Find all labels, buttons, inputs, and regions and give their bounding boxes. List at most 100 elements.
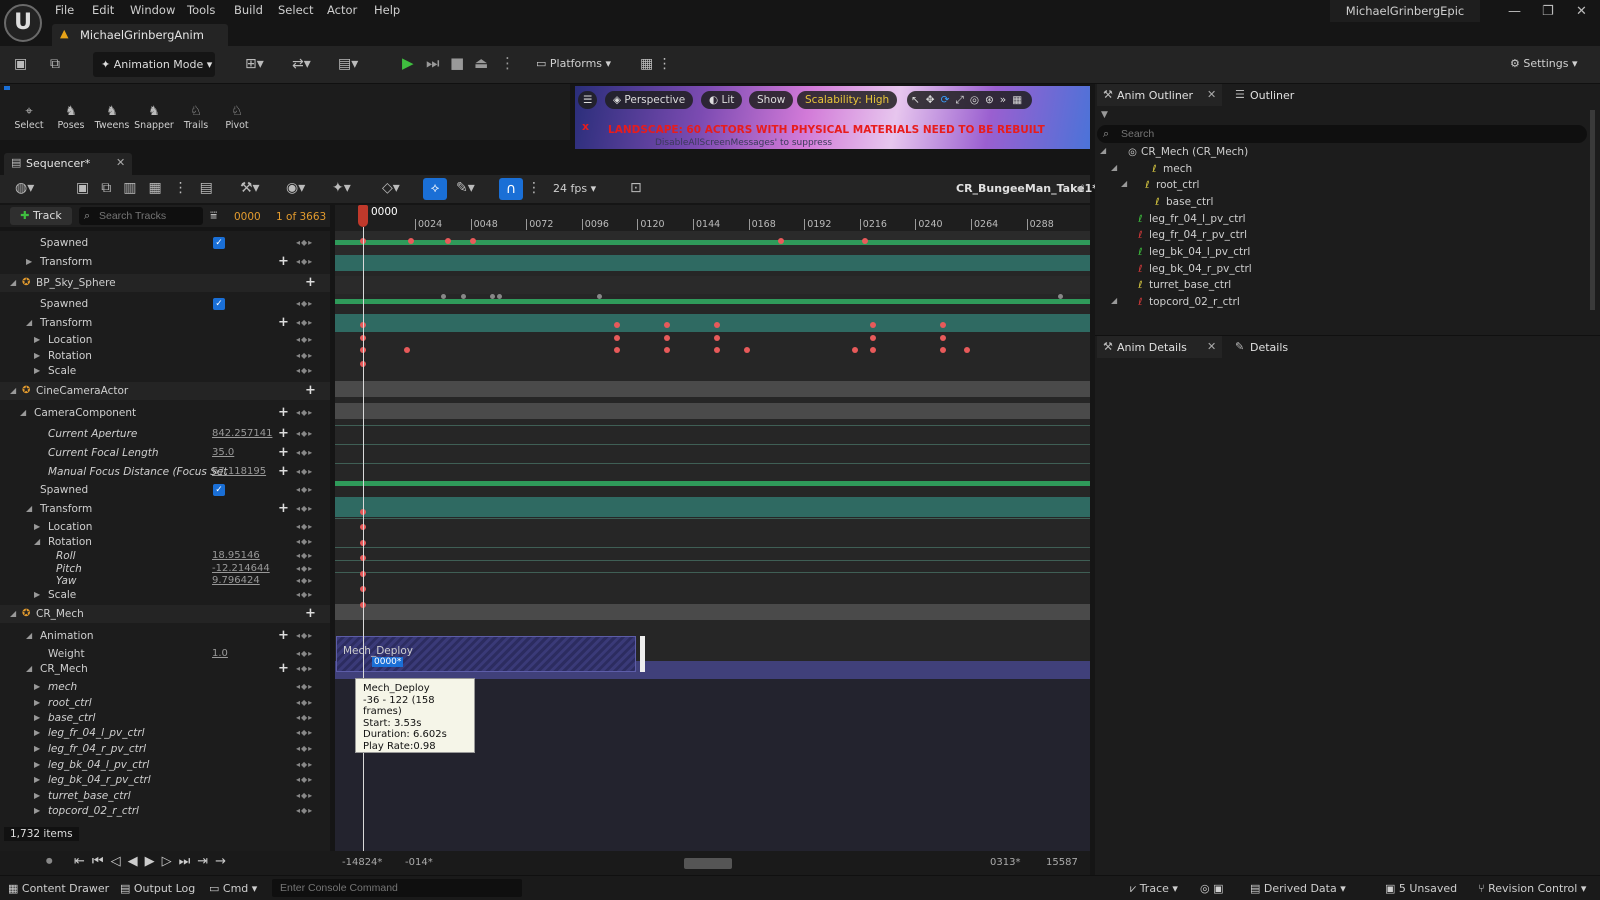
key-nav-icon[interactable]: ◂◆▸ bbox=[296, 500, 313, 518]
tool-poses[interactable]: ♞ Poses bbox=[51, 104, 91, 131]
animation-mode-dropdown[interactable]: ✦ Animation Mode ▾ bbox=[93, 52, 215, 77]
keyframe[interactable] bbox=[614, 322, 620, 328]
collapse-arrow-icon[interactable]: ◢ bbox=[1100, 146, 1106, 155]
outliner-tab[interactable]: Outliner bbox=[1250, 89, 1294, 102]
restore-icon[interactable]: ❐ bbox=[1542, 4, 1554, 19]
snap-magnet-icon[interactable]: ∩ bbox=[499, 178, 523, 200]
keyframe[interactable] bbox=[404, 347, 410, 353]
output-log-button[interactable]: ▤ Output Log bbox=[120, 882, 195, 895]
fps-dropdown[interactable]: 24 fps ▾ bbox=[553, 182, 596, 195]
details-tab[interactable]: Details bbox=[1250, 341, 1288, 354]
component-lane[interactable] bbox=[335, 403, 1090, 419]
track-row[interactable]: ◢ Transform + ◂◆▸ bbox=[0, 500, 330, 518]
add-icon[interactable]: + bbox=[278, 463, 289, 481]
quick-launch-icon[interactable]: ▦ ⋮ bbox=[640, 56, 672, 72]
add-icon[interactable]: + bbox=[278, 444, 289, 462]
capture-icons[interactable]: ◎ ▣ bbox=[1200, 882, 1224, 895]
outliner-item[interactable]: ℓ leg_bk_04_r_pv_ctrl bbox=[1136, 263, 1251, 275]
collapse-arrow-icon[interactable]: ◢ bbox=[10, 382, 16, 400]
curve-editor-icon[interactable]: ⊡ bbox=[630, 180, 642, 196]
settings-dropdown[interactable]: ⚙ Settings ▾ bbox=[1510, 57, 1578, 70]
add-actor-icon[interactable]: ⊞▾ bbox=[245, 56, 264, 72]
track-value[interactable]: 842.257141 bbox=[212, 425, 272, 443]
track-row[interactable]: ◢ CameraComponent + ◂◆▸ bbox=[0, 404, 330, 422]
tool-trails[interactable]: ♘ Trails bbox=[176, 104, 216, 131]
minimize-icon[interactable]: — bbox=[1508, 4, 1521, 19]
viewport-menu-icon[interactable]: ☰ bbox=[578, 91, 598, 109]
view-icon[interactable]: ◉▾ bbox=[286, 180, 305, 196]
keyframe[interactable] bbox=[964, 347, 970, 353]
key-nav-icon[interactable]: ◂◆▸ bbox=[296, 802, 313, 820]
outliner-item[interactable]: ℓ leg_fr_04_r_pv_ctrl bbox=[1136, 229, 1247, 241]
track-row[interactable]: ▶ Scale ◂◆▸ bbox=[0, 586, 330, 604]
track-row[interactable]: Current Aperture 842.257141 + ◂◆▸ bbox=[0, 425, 330, 443]
track-row[interactable]: Spawned ✓ ◂◆▸ bbox=[0, 295, 330, 313]
search-tracks-input[interactable] bbox=[79, 207, 203, 225]
playback-options-icon[interactable]: ✦▾ bbox=[332, 180, 351, 196]
cmd-dropdown[interactable]: ▭ Cmd ▾ bbox=[209, 882, 257, 895]
keyframe[interactable] bbox=[870, 322, 876, 328]
pen-icon[interactable]: ✎▾ bbox=[456, 180, 475, 196]
track-row[interactable]: Spawned ✓ ◂◆▸ bbox=[0, 481, 330, 499]
tool-snapper[interactable]: ♞ Snapper bbox=[134, 104, 174, 131]
range-end[interactable]: 0313* bbox=[990, 857, 1020, 868]
keyframe[interactable] bbox=[714, 322, 720, 328]
add-icon[interactable]: + bbox=[305, 382, 316, 400]
menu-file[interactable]: File bbox=[55, 3, 74, 17]
key-diamond-icon[interactable]: ◇▾ bbox=[382, 180, 400, 196]
auto-key-icon[interactable]: ⟡ bbox=[423, 178, 447, 200]
browse-icon[interactable]: ⧉ bbox=[50, 56, 60, 72]
outliner-item[interactable]: ℓ leg_fr_04_l_pv_ctrl bbox=[1136, 213, 1245, 225]
track-row[interactable]: ◢ Animation + ◂◆▸ bbox=[0, 627, 330, 645]
sequencer-actions-icons[interactable]: ▣⧉▥▦⋮▤ bbox=[76, 180, 225, 196]
console-input[interactable] bbox=[272, 879, 522, 897]
keyframe[interactable] bbox=[597, 294, 602, 299]
collapse-arrow-icon[interactable]: ◢ bbox=[1121, 179, 1127, 188]
key-nav-icon[interactable]: ◂◆▸ bbox=[296, 627, 313, 645]
collapse-arrow-icon[interactable]: ◢ bbox=[1111, 296, 1117, 305]
outliner-item[interactable]: ℓ topcord_02_r_ctrl bbox=[1136, 296, 1239, 308]
eject-icon[interactable]: ⏏ bbox=[474, 54, 488, 72]
keyframe[interactable] bbox=[744, 347, 750, 353]
expand-arrow-icon[interactable]: ▶ bbox=[34, 586, 40, 604]
add-icon[interactable]: + bbox=[278, 314, 289, 332]
record-icon[interactable]: ⏺ bbox=[46, 854, 53, 869]
menu-window[interactable]: Window bbox=[130, 3, 175, 17]
play-icon[interactable]: ▶ bbox=[402, 54, 414, 72]
checkbox[interactable]: ✓ bbox=[213, 237, 225, 249]
add-icon[interactable]: + bbox=[278, 253, 289, 271]
outliner-scrollbar[interactable] bbox=[1590, 110, 1595, 310]
outliner-item[interactable]: ℓ root_ctrl bbox=[1143, 179, 1199, 191]
world-icon[interactable]: ◍▾ bbox=[15, 180, 34, 196]
keyframe[interactable] bbox=[870, 335, 876, 341]
key-nav-icon[interactable]: ◂◆▸ bbox=[296, 425, 313, 443]
track-row[interactable]: ◢ ✪ CineCameraActor + bbox=[0, 382, 330, 400]
more-options-icon[interactable]: ⋮ bbox=[500, 54, 515, 72]
key-nav-icon[interactable]: ◂◆▸ bbox=[296, 586, 313, 604]
keyframe[interactable] bbox=[461, 294, 466, 299]
keyframe[interactable] bbox=[445, 238, 451, 244]
trace-dropdown[interactable]: ⩗ Trace ▾ bbox=[1130, 882, 1178, 896]
keyframe[interactable] bbox=[408, 238, 414, 244]
current-frame[interactable]: 0000 bbox=[234, 211, 261, 223]
collapse-arrow-icon[interactable]: ◢ bbox=[20, 404, 26, 422]
lock-icon[interactable]: 🔓︎ bbox=[1077, 181, 1084, 195]
platforms-dropdown[interactable]: ▭ Platforms ▾ bbox=[536, 57, 611, 70]
expand-arrow-icon[interactable]: ▶ bbox=[34, 802, 40, 820]
key-nav-icon[interactable]: ◂◆▸ bbox=[296, 660, 313, 678]
range-start[interactable]: -014* bbox=[405, 857, 433, 868]
actor-lane[interactable] bbox=[335, 604, 1090, 620]
transport-controls[interactable]: ⇤⏮◁◀▶▷⏭⇥→ bbox=[74, 854, 233, 869]
outliner-item[interactable]: ℓ turret_base_ctrl bbox=[1136, 279, 1231, 291]
keyframe[interactable] bbox=[470, 238, 476, 244]
track-value[interactable]: 35.0 bbox=[212, 444, 234, 462]
stop-icon[interactable]: ■ bbox=[450, 54, 464, 72]
keyframe[interactable] bbox=[614, 347, 620, 353]
keyframe[interactable] bbox=[614, 335, 620, 341]
collapse-arrow-icon[interactable]: ◢ bbox=[26, 660, 32, 678]
key-nav-icon[interactable]: ◂◆▸ bbox=[296, 463, 313, 481]
collapse-arrow-icon[interactable]: ◢ bbox=[26, 314, 32, 332]
spawned-bar[interactable] bbox=[335, 299, 1090, 304]
close-tab-icon[interactable]: ✕ bbox=[1207, 340, 1216, 353]
perspective-button[interactable]: ◈ Perspective bbox=[605, 91, 694, 109]
